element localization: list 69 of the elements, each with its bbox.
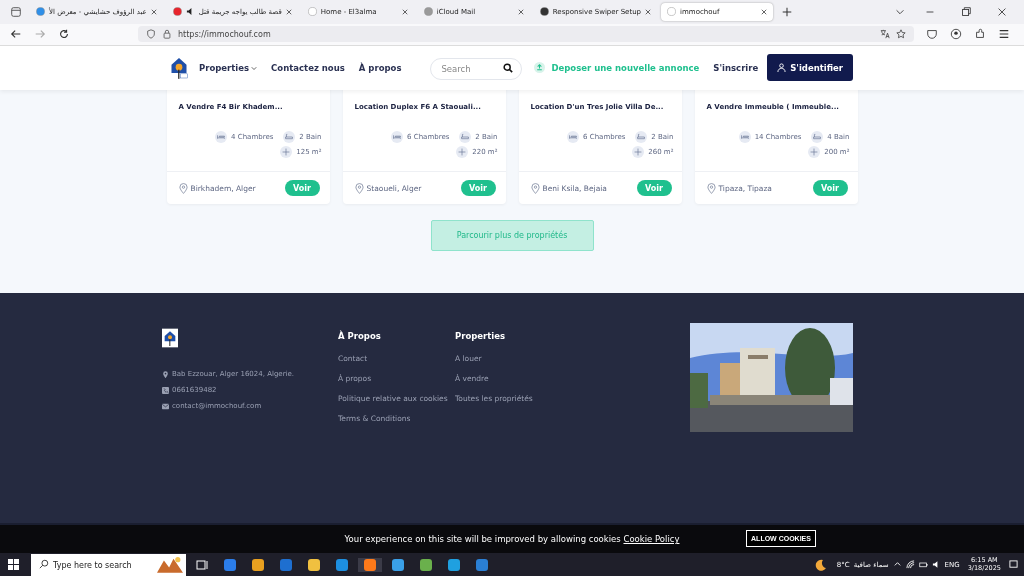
- search-icon[interactable]: [503, 62, 514, 73]
- phone-icon: [162, 386, 169, 394]
- bathtub-icon: [635, 131, 648, 144]
- area-icon: [808, 146, 821, 159]
- menu-icon[interactable]: [998, 28, 1010, 41]
- location-pin-icon: [706, 182, 716, 194]
- nav-link[interactable]: Contactez nous: [271, 62, 345, 73]
- upload-icon: [534, 62, 546, 74]
- area-icon: [456, 146, 469, 159]
- notification-icon[interactable]: [1009, 560, 1018, 569]
- area-icon: [280, 146, 293, 159]
- close-icon[interactable]: [761, 8, 768, 15]
- register-link[interactable]: S'inscrire: [713, 62, 759, 73]
- search-icon: [39, 559, 49, 569]
- windows-start-icon[interactable]: [8, 559, 19, 570]
- star-icon[interactable]: [896, 29, 906, 40]
- favicon-icon: [423, 7, 433, 17]
- back-icon[interactable]: [10, 28, 22, 41]
- landscape-icon: [157, 555, 183, 573]
- area-icon: [632, 146, 645, 159]
- bed-icon: [215, 131, 228, 144]
- bed-icon: [738, 131, 751, 144]
- network-icon[interactable]: [905, 560, 915, 569]
- taskbar-search-field[interactable]: Type here to search: [31, 554, 186, 576]
- extensions-icon[interactable]: [974, 28, 986, 41]
- close-icon[interactable]: [285, 8, 292, 15]
- favicon-icon: [667, 7, 677, 17]
- new-tab-icon[interactable]: [781, 5, 794, 18]
- location-pin-icon: [530, 182, 540, 194]
- app-icon[interactable]: [358, 557, 382, 572]
- location-pin-icon: [178, 182, 188, 194]
- restore-icon[interactable]: [960, 5, 972, 18]
- favicon-icon: [172, 7, 182, 17]
- lock-icon: [162, 29, 172, 40]
- favicon-icon: [307, 7, 317, 17]
- bed-icon: [391, 131, 404, 144]
- cookie-policy-link[interactable]: Cookie Policy: [623, 534, 680, 545]
- translate-icon[interactable]: [880, 29, 890, 40]
- footer-heading: À Propos: [338, 331, 382, 342]
- chevron-up-icon[interactable]: [892, 560, 902, 569]
- location-pin-icon: [354, 182, 364, 194]
- envelope-icon: [162, 402, 169, 410]
- search-field[interactable]: Search: [430, 57, 523, 80]
- nav-link[interactable]: À propos: [358, 62, 402, 73]
- address-bar[interactable]: https://immochouf.com: [138, 26, 914, 43]
- footer-heading: Properties: [455, 331, 507, 342]
- close-icon[interactable]: [645, 8, 652, 15]
- favicon-icon: [539, 7, 549, 17]
- bathtub-icon: [283, 131, 296, 144]
- close-icon[interactable]: [401, 8, 408, 15]
- account-icon[interactable]: [950, 28, 962, 41]
- tab-list-icon[interactable]: [10, 5, 22, 18]
- bed-icon: [567, 131, 580, 144]
- shield-icon: [146, 29, 156, 40]
- bathtub-icon: [459, 131, 472, 144]
- reload-icon[interactable]: [58, 28, 70, 41]
- nav-link[interactable]: Properties: [199, 62, 258, 73]
- user-icon: [777, 63, 787, 73]
- house-logo-icon[interactable]: [162, 328, 178, 349]
- battery-icon[interactable]: [918, 560, 928, 569]
- login-button[interactable]: S'identifier: [767, 54, 853, 82]
- close-icon[interactable]: [150, 8, 157, 15]
- favicon-icon: [36, 7, 45, 17]
- close-icon[interactable]: [517, 8, 524, 15]
- location-pin-icon: [162, 370, 169, 378]
- caret-icon: [251, 64, 258, 71]
- pocket-icon[interactable]: [926, 28, 938, 41]
- cookie-message: Your experience on this site will be improved by allowing cookies Cookie Policy: [344, 534, 680, 545]
- bathtub-icon: [811, 131, 824, 144]
